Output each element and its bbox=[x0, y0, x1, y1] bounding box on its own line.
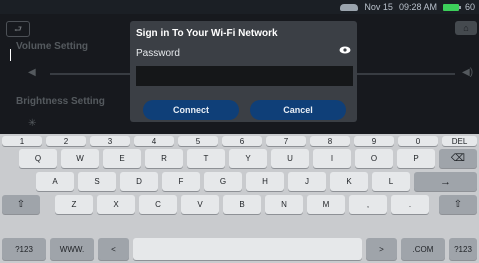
key-k[interactable]: K bbox=[330, 172, 368, 191]
key-1[interactable]: 1 bbox=[2, 136, 42, 146]
wifi-signin-dialog: Sign in To Your Wi-Fi Network Password C… bbox=[130, 21, 357, 122]
battery-icon bbox=[442, 3, 461, 11]
key-2[interactable]: 2 bbox=[46, 136, 86, 146]
key-6[interactable]: 6 bbox=[222, 136, 262, 146]
delete-key[interactable]: DEL bbox=[442, 136, 477, 146]
key-l[interactable]: L bbox=[372, 172, 410, 191]
key-3[interactable]: 3 bbox=[90, 136, 130, 146]
key-y[interactable]: Y bbox=[229, 149, 267, 168]
status-battery-text: 60 bbox=[464, 2, 475, 12]
shift-key-left[interactable]: ⇧ bbox=[2, 195, 40, 214]
key-period[interactable]: . bbox=[391, 195, 429, 214]
password-input[interactable] bbox=[136, 66, 353, 86]
dialog-title: Sign in To Your Wi-Fi Network bbox=[136, 28, 278, 39]
key-o[interactable]: O bbox=[355, 149, 393, 168]
key-t[interactable]: T bbox=[187, 149, 225, 168]
password-label: Password bbox=[136, 48, 180, 59]
key-e[interactable]: E bbox=[103, 149, 141, 168]
key-n[interactable]: N bbox=[265, 195, 303, 214]
key-0[interactable]: 0 bbox=[398, 136, 438, 146]
enter-key[interactable]: → bbox=[414, 172, 477, 191]
key-a[interactable]: A bbox=[36, 172, 74, 191]
key-7[interactable]: 7 bbox=[266, 136, 306, 146]
key-m[interactable]: M bbox=[307, 195, 345, 214]
key-w[interactable]: W bbox=[61, 149, 99, 168]
key-x[interactable]: X bbox=[97, 195, 135, 214]
symbols-key-left[interactable]: ?123 bbox=[2, 238, 46, 260]
key-b[interactable]: B bbox=[223, 195, 261, 214]
symbols-key-right[interactable]: ?123 bbox=[449, 238, 477, 260]
eye-icon[interactable] bbox=[338, 45, 352, 59]
key-g[interactable]: G bbox=[204, 172, 242, 191]
key-j[interactable]: J bbox=[288, 172, 326, 191]
key-h[interactable]: H bbox=[246, 172, 284, 191]
dotcom-key[interactable]: .COM bbox=[401, 238, 445, 260]
key-v[interactable]: V bbox=[181, 195, 219, 214]
on-screen-keyboard: 1 2 3 4 5 6 7 8 9 0 DEL Q W E R T Y U I … bbox=[0, 134, 479, 263]
key-s[interactable]: S bbox=[78, 172, 116, 191]
www-key[interactable]: WWW. bbox=[50, 238, 94, 260]
cursor-left-key[interactable]: < bbox=[98, 238, 129, 260]
key-q[interactable]: Q bbox=[19, 149, 57, 168]
status-date: Nov 15 bbox=[364, 2, 393, 12]
key-8[interactable]: 8 bbox=[310, 136, 350, 146]
status-time: 09:28 AM bbox=[398, 2, 437, 12]
key-u[interactable]: U bbox=[271, 149, 309, 168]
shift-key-right[interactable]: ⇧ bbox=[439, 195, 477, 214]
cursor-right-key[interactable]: > bbox=[366, 238, 397, 260]
key-p[interactable]: P bbox=[397, 149, 435, 168]
car-icon bbox=[340, 3, 359, 11]
key-r[interactable]: R bbox=[145, 149, 183, 168]
space-key[interactable] bbox=[133, 238, 362, 260]
status-bar: Nov 15 09:28 AM 60 bbox=[0, 0, 479, 14]
key-d[interactable]: D bbox=[120, 172, 158, 191]
key-c[interactable]: C bbox=[139, 195, 177, 214]
text-cursor bbox=[10, 49, 11, 61]
key-4[interactable]: 4 bbox=[134, 136, 174, 146]
key-i[interactable]: I bbox=[313, 149, 351, 168]
cancel-button[interactable]: Cancel bbox=[250, 100, 346, 120]
backspace-key[interactable]: ⌫ bbox=[439, 149, 477, 168]
key-9[interactable]: 9 bbox=[354, 136, 394, 146]
key-comma[interactable]: , bbox=[349, 195, 387, 214]
key-5[interactable]: 5 bbox=[178, 136, 218, 146]
connect-button[interactable]: Connect bbox=[143, 100, 239, 120]
key-f[interactable]: F bbox=[162, 172, 200, 191]
key-z[interactable]: Z bbox=[55, 195, 93, 214]
